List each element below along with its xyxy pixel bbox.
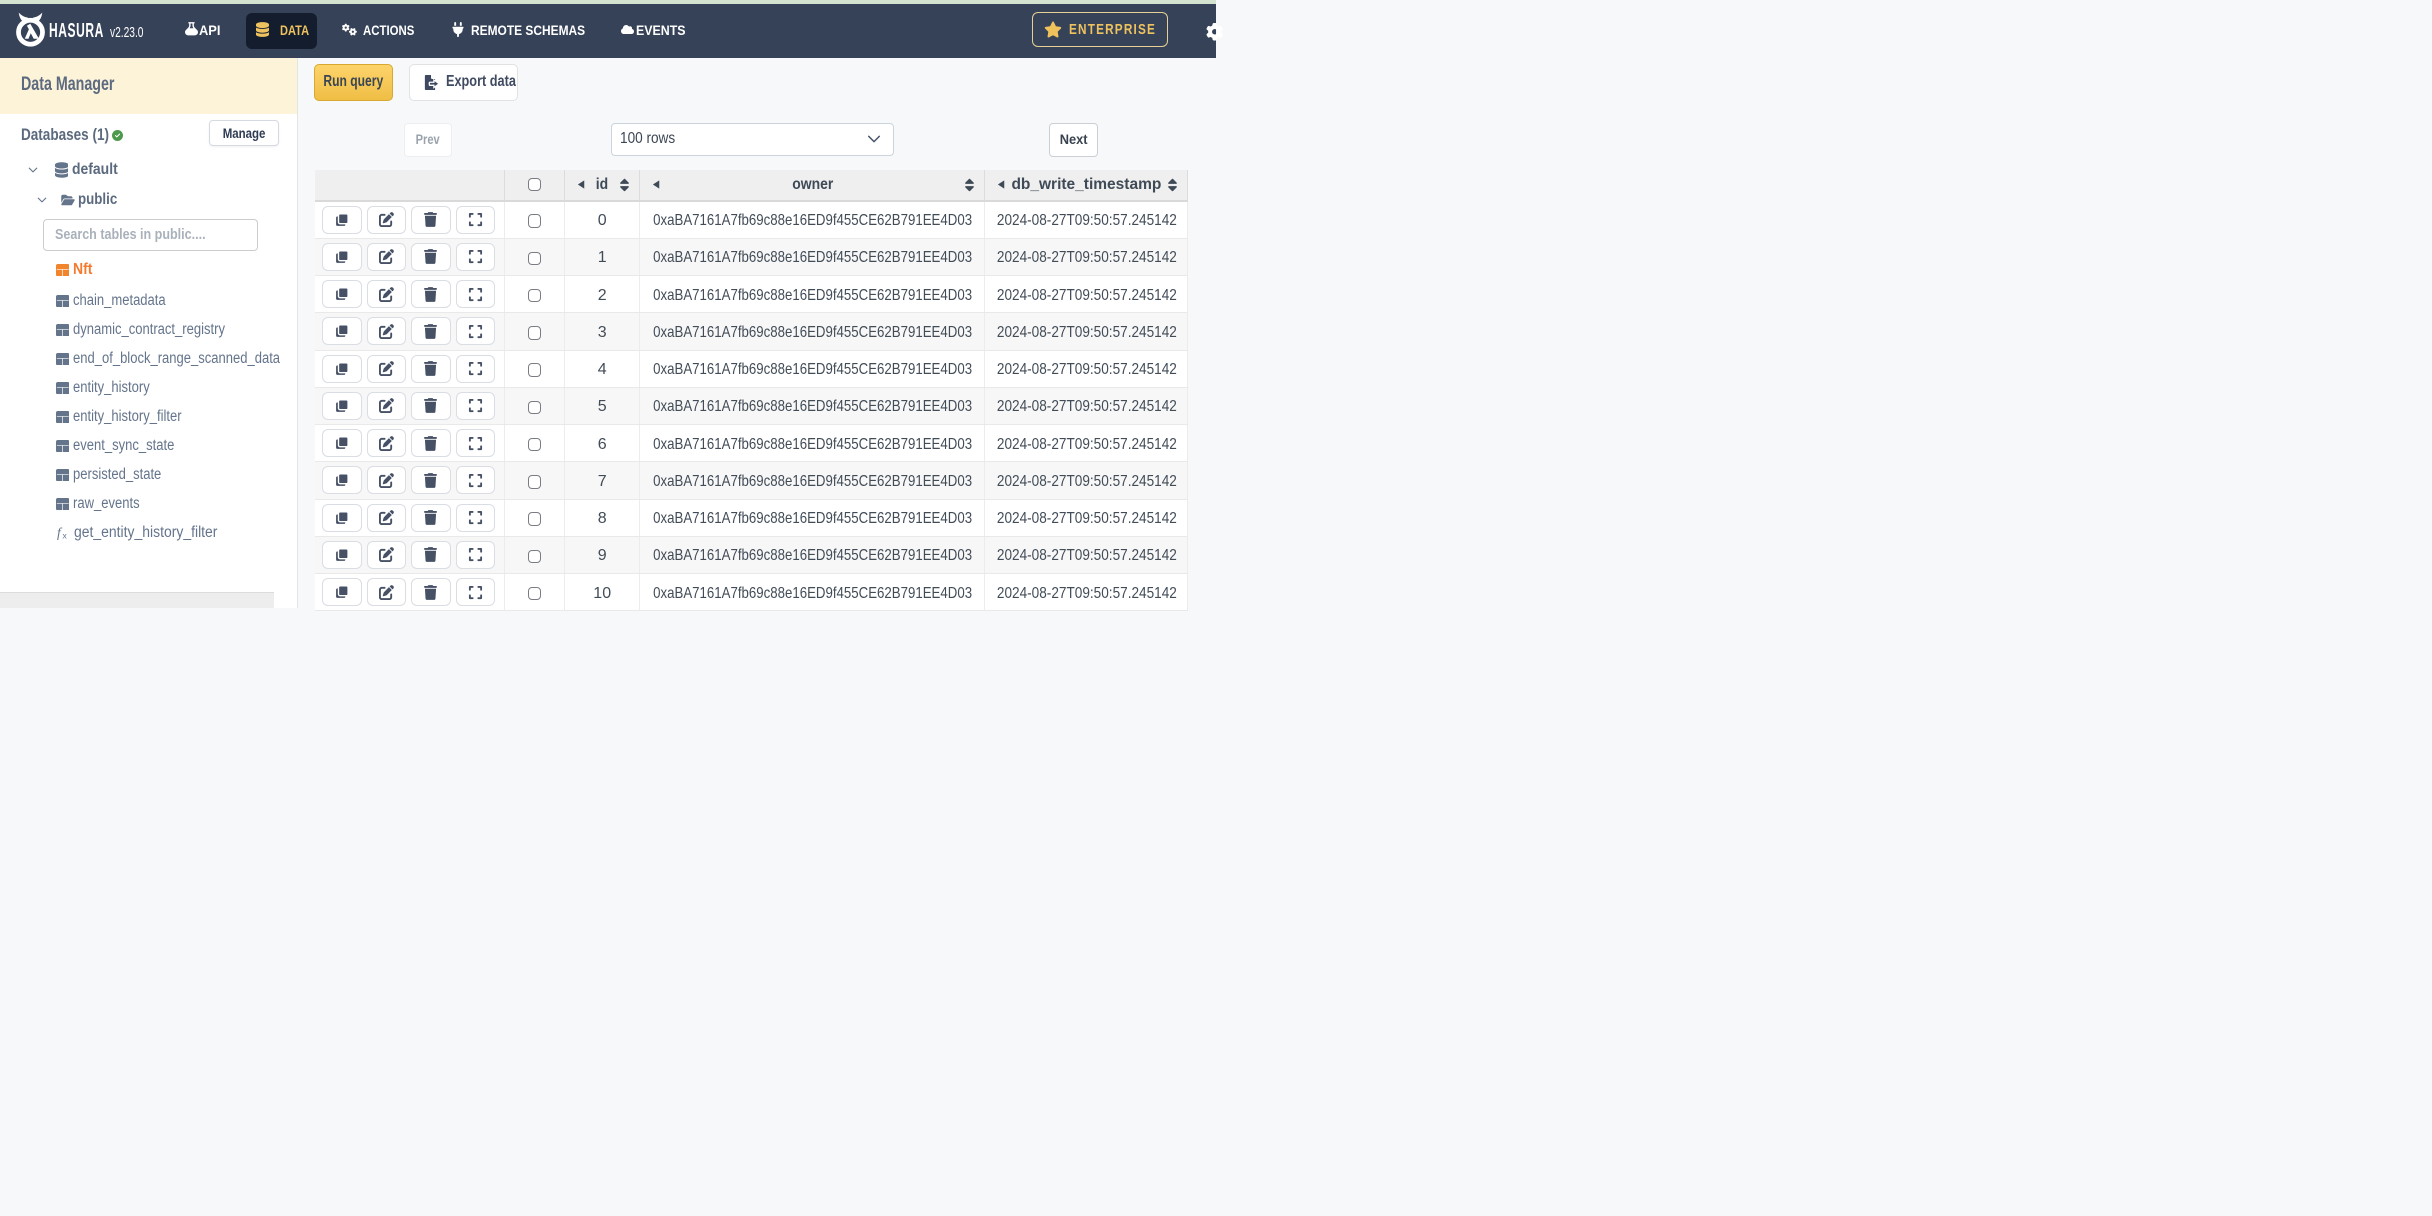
svg-text:x: x bbox=[62, 531, 67, 541]
